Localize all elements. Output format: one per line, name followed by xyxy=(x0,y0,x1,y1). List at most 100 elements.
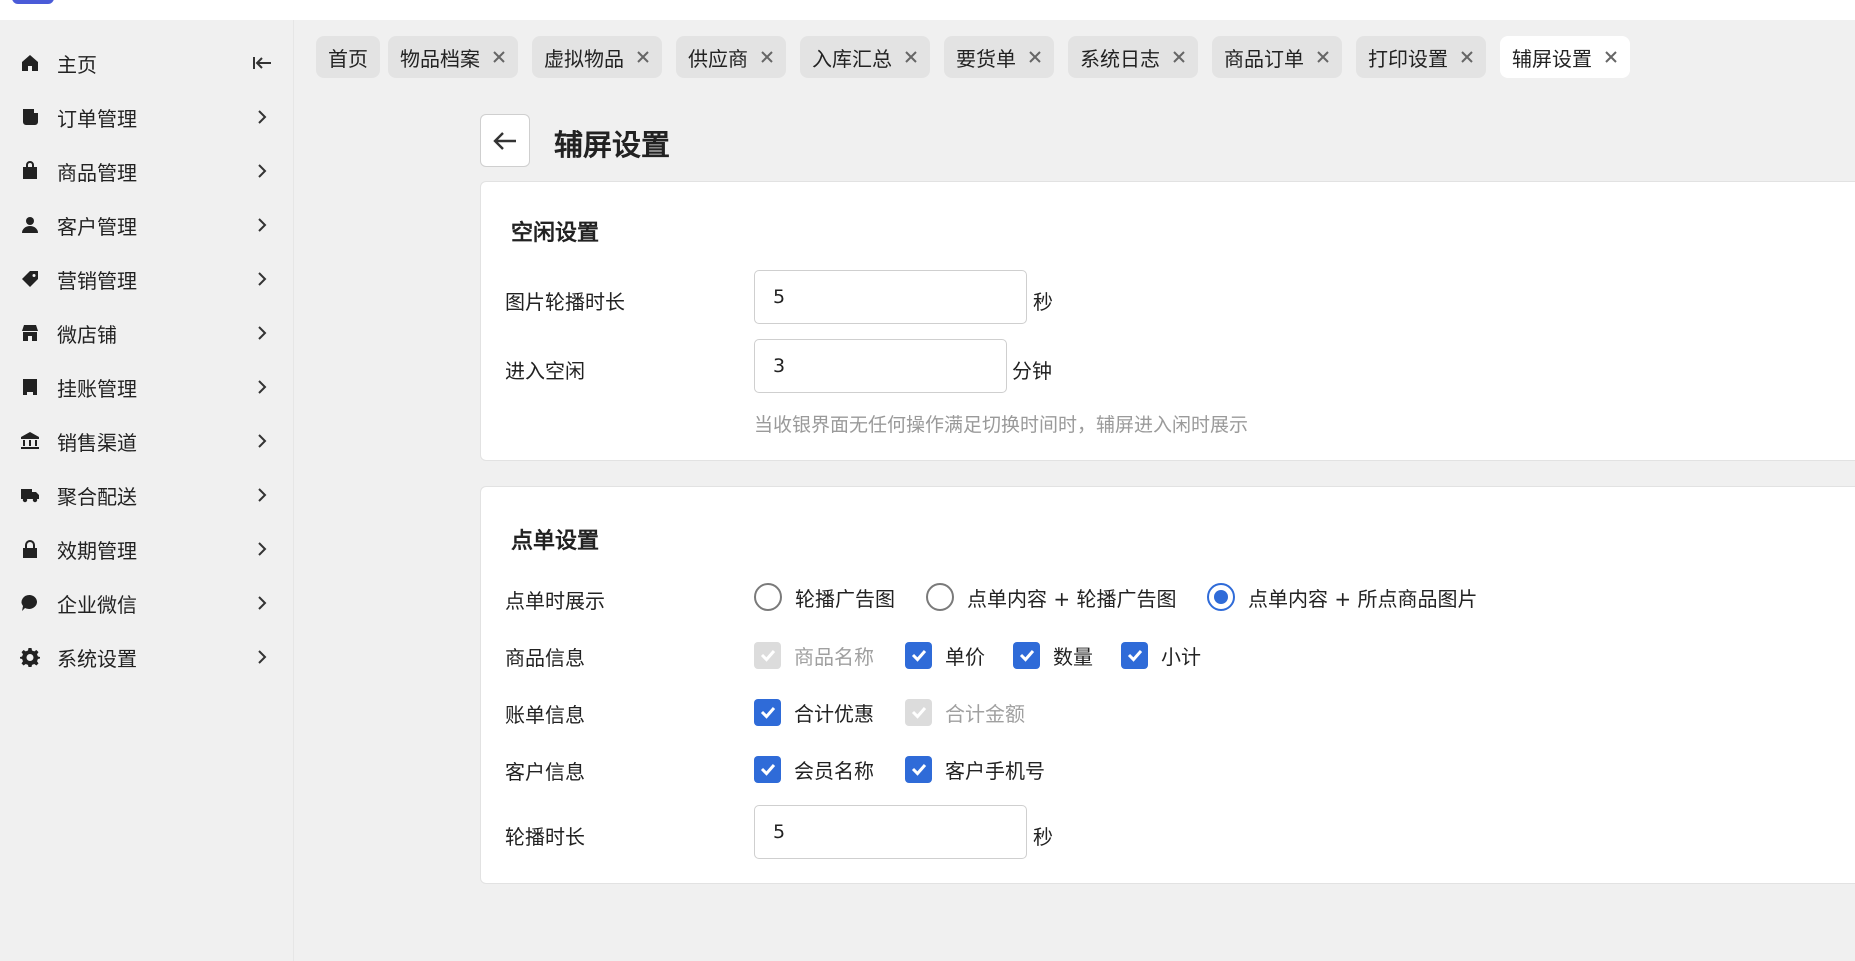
close-icon[interactable] xyxy=(1604,50,1618,64)
idle-settings-card: 空闲设置 图片轮播时长 秒 进入空闲 分钟 当收银界面无任何操作满足切换时间时，… xyxy=(480,181,1855,461)
tab-suppliers[interactable]: 供应商 xyxy=(676,36,786,78)
radio-label: 点单内容 + 所点商品图片 xyxy=(1248,586,1478,611)
checkbox-checked[interactable] xyxy=(905,641,932,669)
chevron-right-icon xyxy=(254,649,270,665)
sidebar-item-micro-shop[interactable]: 微店铺 xyxy=(0,313,294,353)
sidebar-item-label: 企业微信 xyxy=(57,592,137,617)
tab-print-settings[interactable]: 打印设置 xyxy=(1356,36,1486,78)
radio-option-carousel-ads[interactable]: 轮播广告图 xyxy=(754,582,895,612)
tab-label: 虚拟物品 xyxy=(544,46,624,71)
order-carousel-duration-input[interactable] xyxy=(754,805,1027,859)
collapse-sidebar-icon[interactable] xyxy=(251,53,273,73)
enter-idle-input[interactable] xyxy=(754,339,1007,393)
checkbox-member-name[interactable]: 会员名称 xyxy=(754,754,874,784)
sidebar-item-expiry[interactable]: 效期管理 xyxy=(0,529,294,569)
checkbox-label: 商品名称 xyxy=(794,644,874,669)
checkbox-customer-phone[interactable]: 客户手机号 xyxy=(905,754,1045,784)
section-title: 点单设置 xyxy=(511,529,600,554)
section-title: 空闲设置 xyxy=(511,221,600,246)
checkbox-label: 会员名称 xyxy=(794,758,874,783)
tab-virtual-items[interactable]: 虚拟物品 xyxy=(532,36,662,78)
close-icon[interactable] xyxy=(636,50,650,64)
close-icon[interactable] xyxy=(1028,50,1042,64)
sidebar-item-credit[interactable]: 挂账管理 xyxy=(0,367,294,407)
checkbox-checked[interactable] xyxy=(1013,641,1040,669)
sidebar-item-label: 聚合配送 xyxy=(57,484,137,509)
close-icon[interactable] xyxy=(760,50,774,64)
checkbox-checked[interactable] xyxy=(905,755,932,783)
order-settings-card: 点单设置 点单时展示 轮播广告图 点单内容 + 轮播广告图 点单内容 + 所点商… xyxy=(480,486,1855,884)
checkbox-checked[interactable] xyxy=(754,698,781,726)
tab-label: 物品档案 xyxy=(400,46,480,71)
sidebar-item-label: 客户管理 xyxy=(57,214,137,239)
sidebar-item-label: 挂账管理 xyxy=(57,376,137,401)
tab-home[interactable]: 首页 xyxy=(316,36,380,78)
sidebar-item-label: 商品管理 xyxy=(57,160,137,185)
carousel-duration-input[interactable] xyxy=(754,270,1027,324)
tab-stock-in-summary[interactable]: 入库汇总 xyxy=(800,36,930,78)
checkbox-quantity[interactable]: 数量 xyxy=(1013,640,1093,670)
gear-icon xyxy=(19,646,41,668)
back-button[interactable] xyxy=(480,114,530,167)
tab-item-archive[interactable]: 物品档案 xyxy=(388,36,518,78)
close-icon[interactable] xyxy=(1172,50,1186,64)
checkbox-label: 合计优惠 xyxy=(794,701,874,726)
goods-info-label: 商品信息 xyxy=(505,646,585,670)
sidebar-item-label: 营销管理 xyxy=(57,268,137,293)
sidebar-item-marketing[interactable]: 营销管理 xyxy=(0,259,294,299)
radio-option-order-content-ads[interactable]: 点单内容 + 轮播广告图 xyxy=(926,582,1176,612)
close-icon[interactable] xyxy=(904,50,918,64)
tab-label: 打印设置 xyxy=(1368,46,1448,71)
sidebar-item-orders[interactable]: 订单管理 xyxy=(0,97,294,137)
sidebar-item-label: 销售渠道 xyxy=(57,430,137,455)
chat-icon xyxy=(19,592,41,614)
chevron-right-icon xyxy=(254,487,270,503)
checkbox-disabled xyxy=(905,698,932,726)
checkbox-checked[interactable] xyxy=(754,755,781,783)
sidebar-item-customers[interactable]: 客户管理 xyxy=(0,205,294,245)
truck-icon xyxy=(19,484,41,506)
check-icon xyxy=(911,707,926,719)
close-icon[interactable] xyxy=(492,50,506,64)
check-icon xyxy=(1127,650,1142,662)
close-icon[interactable] xyxy=(1460,50,1474,64)
sidebar-item-delivery[interactable]: 聚合配送 xyxy=(0,475,294,515)
checkbox-label: 单价 xyxy=(945,644,985,669)
checkbox-total-discount[interactable]: 合计优惠 xyxy=(754,697,874,727)
sidebar-item-wecom[interactable]: 企业微信 xyxy=(0,583,294,623)
sidebar-item-label: 订单管理 xyxy=(57,106,137,131)
tab-product-orders[interactable]: 商品订单 xyxy=(1212,36,1342,78)
unit-label: 秒 xyxy=(1033,290,1053,314)
radio-option-order-content-images[interactable]: 点单内容 + 所点商品图片 xyxy=(1207,582,1477,612)
tab-secondary-screen-settings[interactable]: 辅屏设置 xyxy=(1500,36,1630,78)
checkbox-unit-price[interactable]: 单价 xyxy=(905,640,985,670)
product-icon xyxy=(19,160,41,182)
tab-system-log[interactable]: 系统日志 xyxy=(1068,36,1198,78)
radio-button[interactable] xyxy=(926,583,954,611)
checkbox-total-amount: 合计金额 xyxy=(905,697,1025,727)
chevron-right-icon xyxy=(254,109,270,125)
sidebar-item-home[interactable]: 主页 xyxy=(0,43,294,83)
radio-button[interactable] xyxy=(754,583,782,611)
tab-label: 辅屏设置 xyxy=(1512,46,1592,71)
sidebar-item-products[interactable]: 商品管理 xyxy=(0,151,294,191)
enter-idle-label: 进入空闲 xyxy=(505,359,585,383)
tab-requisition[interactable]: 要货单 xyxy=(944,36,1054,78)
close-icon[interactable] xyxy=(1316,50,1330,64)
check-icon xyxy=(760,650,775,662)
checkbox-checked[interactable] xyxy=(1121,641,1148,669)
checkbox-subtotal[interactable]: 小计 xyxy=(1121,640,1201,670)
order-display-label: 点单时展示 xyxy=(505,589,605,613)
page-title: 辅屏设置 xyxy=(554,128,671,162)
sidebar-item-label: 系统设置 xyxy=(57,646,137,671)
radio-button-selected[interactable] xyxy=(1207,583,1235,611)
chevron-right-icon xyxy=(254,325,270,341)
chevron-right-icon xyxy=(254,433,270,449)
sidebar-item-settings[interactable]: 系统设置 xyxy=(0,637,294,677)
radio-label: 点单内容 + 轮播广告图 xyxy=(967,586,1177,611)
customer-info-label: 客户信息 xyxy=(505,760,585,784)
checkbox-label: 客户手机号 xyxy=(945,758,1045,783)
tab-label: 商品订单 xyxy=(1224,46,1304,71)
checkbox-label: 数量 xyxy=(1053,644,1093,669)
sidebar-item-channels[interactable]: 销售渠道 xyxy=(0,421,294,461)
